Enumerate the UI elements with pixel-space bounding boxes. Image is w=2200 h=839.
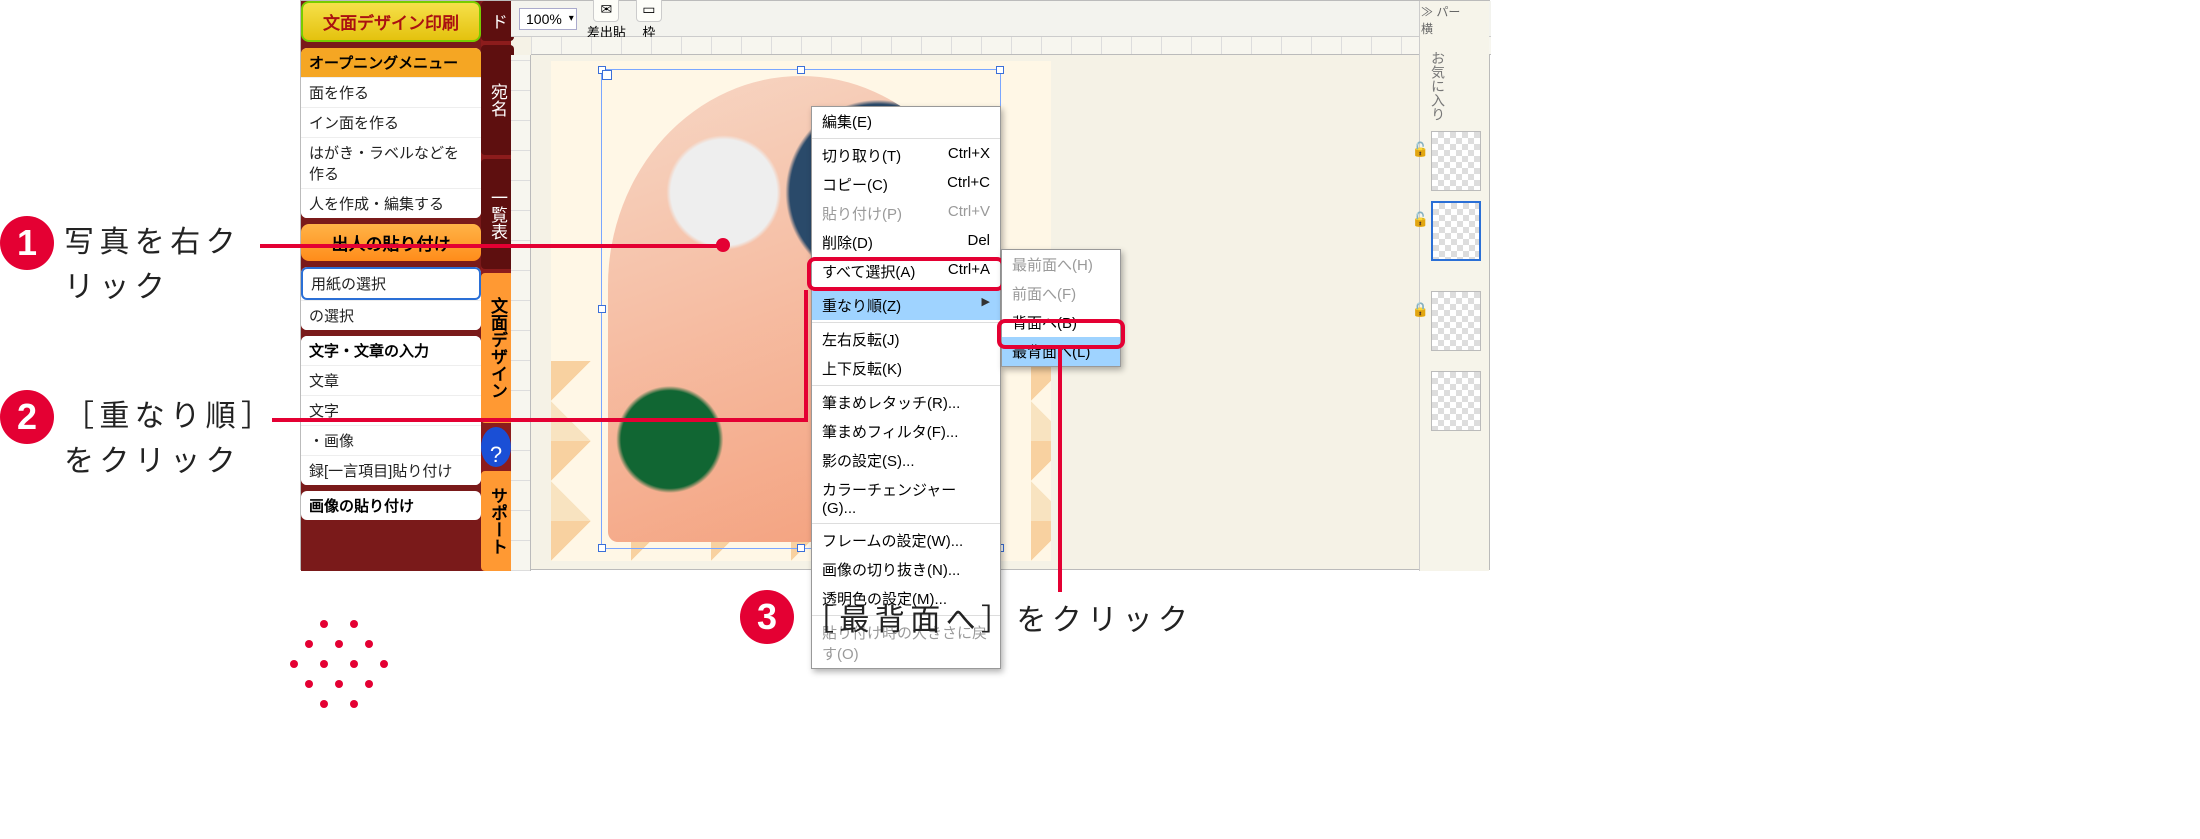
ctx-paste: 貼り付け(P)Ctrl+V [812, 199, 1000, 228]
callout-connector [260, 244, 720, 248]
frame-icon[interactable]: ▭ [636, 0, 662, 22]
image-paste-caption: 画像の貼り付け [301, 491, 481, 520]
callout-connector [272, 418, 808, 422]
decorative-dots [290, 620, 410, 740]
ctx-color-changer[interactable]: カラーチェンジャー(G)... [812, 475, 1000, 521]
vtab-design[interactable]: 文面デザイン [481, 273, 514, 423]
sidebar-item[interactable]: イン面を作る [301, 107, 481, 137]
sidebar-item[interactable]: 面を作る [301, 77, 481, 107]
sidebar-item[interactable]: はがき・ラベルなどを作る [301, 137, 481, 188]
ctx-flip-v[interactable]: 上下反転(K) [812, 354, 1000, 383]
callout-endpoint [716, 238, 730, 252]
callout-text-1: 写真を右クリック [64, 220, 294, 310]
ctx-crop[interactable]: 画像の切り抜き(N)... [812, 555, 1000, 584]
layer-thumb-selected[interactable] [1431, 201, 1481, 261]
lock-icon[interactable]: 🔓 [1412, 141, 1429, 158]
context-menu: 編集(E) 切り取り(T)Ctrl+X コピー(C)Ctrl+C 貼り付け(P)… [811, 106, 1001, 669]
sender-paste-icon[interactable]: ✉ [593, 0, 619, 22]
ctx-shadow[interactable]: 影の設定(S)... [812, 446, 1000, 475]
ctx-frame-settings[interactable]: フレームの設定(W)... [812, 526, 1000, 555]
horizontal-ruler [531, 37, 1491, 55]
layer-thumb[interactable] [1431, 131, 1481, 191]
paper-group: 用紙の選択 の選択 [301, 267, 481, 330]
lock-icon[interactable]: 🔓 [1412, 211, 1429, 228]
sub-bring-front: 最前面へ(H) [1002, 250, 1120, 279]
vtab-support[interactable]: サポート [481, 471, 514, 571]
zoom-select[interactable]: 100% [519, 8, 577, 30]
layer-thumb[interactable] [1431, 291, 1481, 351]
callout-connector [804, 290, 808, 422]
resize-handle[interactable] [797, 544, 805, 552]
opening-menu-group: オープニングメニュー 面を作る イン面を作る はがき・ラベルなどを作る 人を作成… [301, 48, 481, 218]
ctx-filter[interactable]: 筆まめフィルタ(F)... [812, 417, 1000, 446]
vtab-guide[interactable]: ド [481, 1, 514, 41]
ctx-retouch[interactable]: 筆まめレタッチ(R)... [812, 388, 1000, 417]
ctx-delete[interactable]: 削除(D)Del [812, 228, 1000, 257]
lock-icon[interactable]: 🔒 [1412, 301, 1429, 318]
text-group: 文字・文章の入力 文章 文字 ・画像 録[一言項目]貼り付け [301, 336, 481, 485]
app-window: 文面デザイン印刷 オープニングメニュー 面を作る イン面を作る はがき・ラベルな… [300, 0, 1490, 570]
image-group: 画像の貼り付け [301, 491, 481, 520]
resize-handle[interactable] [598, 544, 606, 552]
vertical-tabs: ド 宛名 一覧表 文面デザイン ? サポート [481, 1, 511, 571]
text-input-caption: 文字・文章の入力 [301, 336, 481, 365]
callout-badge-2: 2 [0, 390, 54, 444]
sidebar-item[interactable]: ・画像 [301, 425, 481, 455]
callout-badge-3: 3 [740, 590, 794, 644]
sub-backward[interactable]: 背面へ(B) [1002, 308, 1120, 337]
toolbar: 100% ✉ 差出貼 ▭ 枠 [511, 1, 1491, 37]
sub-forward: 前面へ(F) [1002, 279, 1120, 308]
callout-text-3: ［最背面へ］をクリック [804, 598, 1193, 643]
ctx-cut[interactable]: 切り取り(T)Ctrl+X [812, 141, 1000, 170]
ctx-flip-h[interactable]: 左右反転(J) [812, 325, 1000, 354]
callout-text-2: ［重なり順］をクリック [64, 394, 294, 484]
sidebar-item[interactable]: の選択 [301, 300, 481, 330]
sidebar: 文面デザイン印刷 オープニングメニュー 面を作る イン面を作る はがき・ラベルな… [301, 1, 481, 571]
rp-header: ≫ パー横 [1421, 3, 1487, 37]
help-icon[interactable]: ? [481, 427, 511, 467]
print-design-button[interactable]: 文面デザイン印刷 [301, 1, 481, 42]
right-panel: ≫ パー横 お気に入り 🔓 🔓 🔒 [1419, 1, 1489, 571]
sidebar-item-paper-select[interactable]: 用紙の選択 [301, 267, 481, 300]
resize-handle[interactable] [996, 66, 1004, 74]
submenu-arrow-icon: ▶ [982, 295, 990, 316]
ctx-order[interactable]: 重なり順(Z)▶ [812, 291, 1000, 320]
ctx-edit[interactable]: 編集(E) [812, 107, 1000, 136]
callout-badge-1: 1 [0, 216, 54, 270]
opening-menu-caption: オープニングメニュー [301, 48, 481, 77]
sidebar-item[interactable]: 録[一言項目]貼り付け [301, 455, 481, 485]
vtab-list[interactable]: 一覧表 [481, 159, 514, 269]
sender-paste-caption: 出人の貼り付け [301, 224, 481, 261]
vertical-ruler [511, 55, 531, 571]
ctx-select-all[interactable]: すべて選択(A)Ctrl+A [812, 257, 1000, 286]
resize-handle[interactable] [797, 66, 805, 74]
sidebar-item[interactable]: 文章 [301, 365, 481, 395]
resize-handle[interactable] [598, 66, 606, 74]
layer-thumb[interactable] [1431, 371, 1481, 431]
callout-connector [1058, 348, 1062, 592]
sidebar-item[interactable]: 人を作成・編集する [301, 188, 481, 218]
ctx-copy[interactable]: コピー(C)Ctrl+C [812, 170, 1000, 199]
resize-handle[interactable] [598, 305, 606, 313]
vtab-atena[interactable]: 宛名 [481, 45, 514, 155]
